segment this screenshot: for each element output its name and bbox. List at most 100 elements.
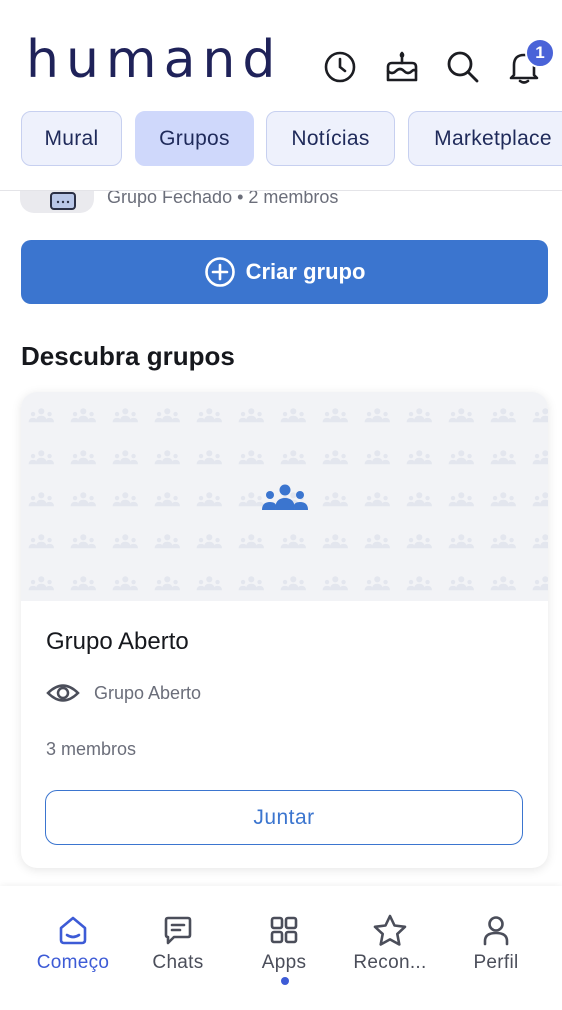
pattern-people-icon (322, 492, 348, 507)
pattern-people-icon (448, 450, 474, 465)
pattern-people-icon (490, 408, 516, 423)
pattern-people-icon (280, 408, 306, 423)
pattern-people-icon (448, 492, 474, 507)
chat-icon (164, 916, 192, 945)
apps-indicator-dot (281, 977, 289, 985)
pattern-people-icon (28, 450, 54, 465)
pattern-people-icon (154, 492, 180, 507)
join-group-button[interactable]: Juntar (45, 790, 523, 845)
pattern-people-icon (322, 534, 348, 549)
pattern-people-icon (532, 408, 548, 423)
pattern-people-icon (406, 492, 432, 507)
pattern-people-icon (532, 492, 548, 507)
previous-group-item[interactable]: Grupo Fechado • 2 membros (0, 191, 562, 221)
tab-mural[interactable]: Mural (21, 111, 122, 166)
tab-marketplace[interactable]: Marketplace (408, 111, 562, 166)
pattern-people-icon (154, 450, 180, 465)
pattern-people-icon (364, 450, 390, 465)
group-avatar (20, 191, 94, 213)
eye-icon (46, 684, 80, 702)
nav-item-recognition[interactable]: Recon... (340, 914, 440, 974)
pattern-people-icon (280, 576, 306, 591)
tab-grupos[interactable]: Grupos (135, 111, 254, 166)
notification-badge[interactable]: 1 (525, 38, 555, 68)
pattern-people-icon (70, 576, 96, 591)
pattern-people-icon (70, 450, 96, 465)
pattern-people-icon (406, 408, 432, 423)
group-card[interactable]: Grupo Aberto Grupo Aberto 3 membros Junt… (21, 392, 548, 868)
pattern-people-icon (70, 492, 96, 507)
nav-label-home: Começo (36, 952, 110, 973)
group-cover (21, 392, 548, 601)
pattern-people-icon (112, 408, 138, 423)
profile-icon (483, 916, 509, 946)
pattern-people-icon (154, 576, 180, 591)
pattern-people-icon (364, 576, 390, 591)
pattern-people-icon (238, 534, 264, 549)
pattern-people-icon (112, 492, 138, 507)
pattern-people-icon (70, 534, 96, 549)
nav-item-chats[interactable]: Chats (128, 914, 228, 974)
nav-label-recognition: Recon... (353, 952, 427, 973)
pattern-people-icon (238, 576, 264, 591)
apps-grid-icon (270, 916, 298, 944)
pattern-people-icon (322, 576, 348, 591)
humand-logo[interactable]: humand (26, 30, 282, 90)
pattern-people-icon (70, 408, 96, 423)
pattern-people-icon (322, 450, 348, 465)
pattern-people-icon (112, 576, 138, 591)
pattern-people-icon (28, 534, 54, 549)
group-member-count: 3 membros (46, 739, 137, 759)
pattern-people-icon (28, 576, 54, 591)
pattern-people-icon (490, 534, 516, 549)
nav-label-apps: Apps (261, 952, 307, 973)
birthday-cake-icon[interactable] (383, 48, 421, 86)
pattern-people-icon (280, 534, 306, 549)
pattern-people-icon (448, 408, 474, 423)
pattern-people-icon (196, 408, 222, 423)
create-group-button[interactable]: Criar grupo (21, 240, 548, 304)
pattern-people-icon (406, 450, 432, 465)
group-title: Grupo Aberto (46, 628, 189, 655)
pattern-people-icon (364, 408, 390, 423)
pattern-people-icon (322, 408, 348, 423)
nav-item-home[interactable]: Começo (23, 914, 123, 974)
nav-label-chats: Chats (152, 952, 204, 973)
pattern-people-icon (490, 450, 516, 465)
pattern-people-icon (112, 450, 138, 465)
pattern-people-icon (196, 450, 222, 465)
previous-group-meta: Grupo Fechado • 2 membros (107, 191, 339, 207)
group-privacy: Grupo Aberto (46, 682, 201, 704)
pattern-people-icon (490, 492, 516, 507)
search-icon[interactable] (444, 48, 482, 86)
nav-item-profile[interactable]: Perfil (446, 914, 546, 974)
tab-noticias[interactable]: Notícias (266, 111, 395, 166)
star-icon (373, 914, 407, 946)
group-people-icon (259, 484, 311, 517)
pattern-people-icon (28, 492, 54, 507)
pattern-people-icon (406, 534, 432, 549)
pattern-people-icon (532, 576, 548, 591)
plus-circle-icon (204, 257, 235, 287)
pattern-people-icon (196, 576, 222, 591)
nav-item-apps[interactable]: Apps (234, 914, 334, 974)
pattern-people-icon (112, 534, 138, 549)
pattern-people-icon (490, 576, 516, 591)
discover-groups-title: Descubra grupos (21, 341, 235, 371)
section-tabs: Mural Grupos Notícias Marketplace (0, 110, 562, 168)
app-header: humand 1 (0, 0, 562, 110)
create-group-label: Criar grupo (245, 259, 366, 284)
pattern-people-icon (532, 534, 548, 549)
pattern-people-icon (448, 534, 474, 549)
history-icon[interactable] (321, 48, 359, 86)
nav-label-profile: Perfil (473, 952, 519, 973)
pattern-people-icon (196, 534, 222, 549)
pattern-people-icon (364, 492, 390, 507)
pattern-people-icon (364, 534, 390, 549)
home-icon (59, 916, 87, 945)
pattern-people-icon (238, 408, 264, 423)
pattern-people-icon (280, 450, 306, 465)
pattern-people-icon (406, 576, 432, 591)
pattern-people-icon (238, 450, 264, 465)
pattern-people-icon (532, 450, 548, 465)
